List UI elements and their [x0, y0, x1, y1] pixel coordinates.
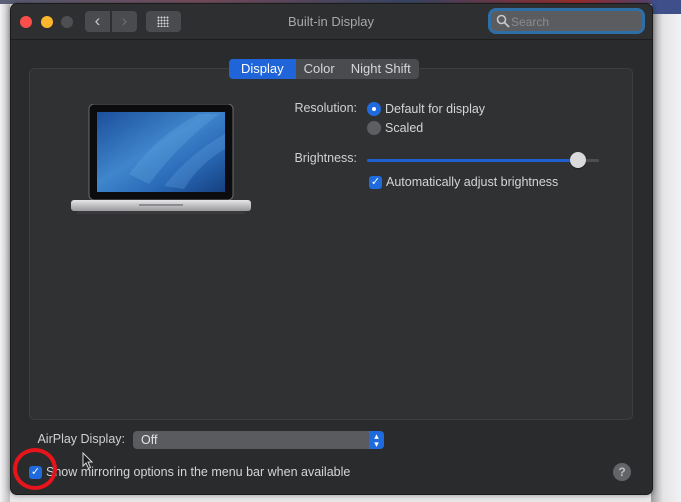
chevron-right-icon: › [121, 11, 128, 30]
back-button[interactable]: ‹ [85, 11, 110, 32]
chevron-left-icon: ‹ [94, 11, 101, 30]
airplay-display-label: AirPlay Display: [37, 432, 125, 446]
resolution-scaled-label[interactable]: Scaled [385, 121, 423, 135]
checkmark-icon: ✓ [370, 176, 381, 188]
laptop-image [71, 104, 251, 214]
tab-display[interactable]: Display [229, 59, 296, 79]
forward-button[interactable]: › [112, 11, 137, 32]
brightness-slider-knob[interactable] [570, 152, 587, 168]
resolution-scaled-radio[interactable] [367, 121, 381, 135]
window-title: Built-in Display [288, 14, 374, 29]
mouse-cursor-icon [82, 452, 94, 470]
desktop-background-left [0, 0, 10, 502]
title-bar: ‹ › Built-in Display [11, 4, 652, 40]
preferences-window: ‹ › Built-in Display Display Color Night… [10, 3, 653, 495]
search-icon [496, 14, 510, 28]
show-all-button[interactable] [146, 11, 181, 32]
updown-arrows-icon: ▴ ▾ [369, 431, 384, 449]
tab-color[interactable]: Color [296, 59, 343, 79]
show-mirroring-checkbox[interactable]: ✓ [29, 466, 42, 479]
grid-icon [157, 16, 169, 27]
close-window-button[interactable] [20, 16, 32, 28]
airplay-display-value: Off [141, 433, 158, 447]
tab-night-shift[interactable]: Night Shift [343, 59, 419, 79]
help-button[interactable]: ? [613, 463, 631, 481]
auto-brightness-label[interactable]: Automatically adjust brightness [386, 175, 558, 189]
checkmark-icon: ✓ [30, 466, 41, 478]
tab-bar: Display Color Night Shift [229, 59, 419, 79]
minimize-window-button[interactable] [41, 16, 53, 28]
resolution-default-radio[interactable] [367, 102, 381, 116]
brightness-label: Brightness: [294, 151, 357, 165]
desktop-corner [652, 0, 681, 14]
brightness-slider-fill [367, 159, 579, 162]
resolution-label: Resolution: [294, 101, 357, 115]
search-input[interactable] [509, 12, 638, 32]
airplay-display-select[interactable]: Off ▴ ▾ [133, 431, 384, 449]
zoom-window-button[interactable] [61, 16, 73, 28]
resolution-default-label[interactable]: Default for display [385, 102, 485, 116]
brightness-slider[interactable] [367, 152, 599, 168]
search-field[interactable] [491, 11, 642, 32]
auto-brightness-checkbox[interactable]: ✓ [369, 176, 382, 189]
desktop-background-right [651, 0, 681, 502]
question-mark-icon: ? [618, 465, 626, 479]
